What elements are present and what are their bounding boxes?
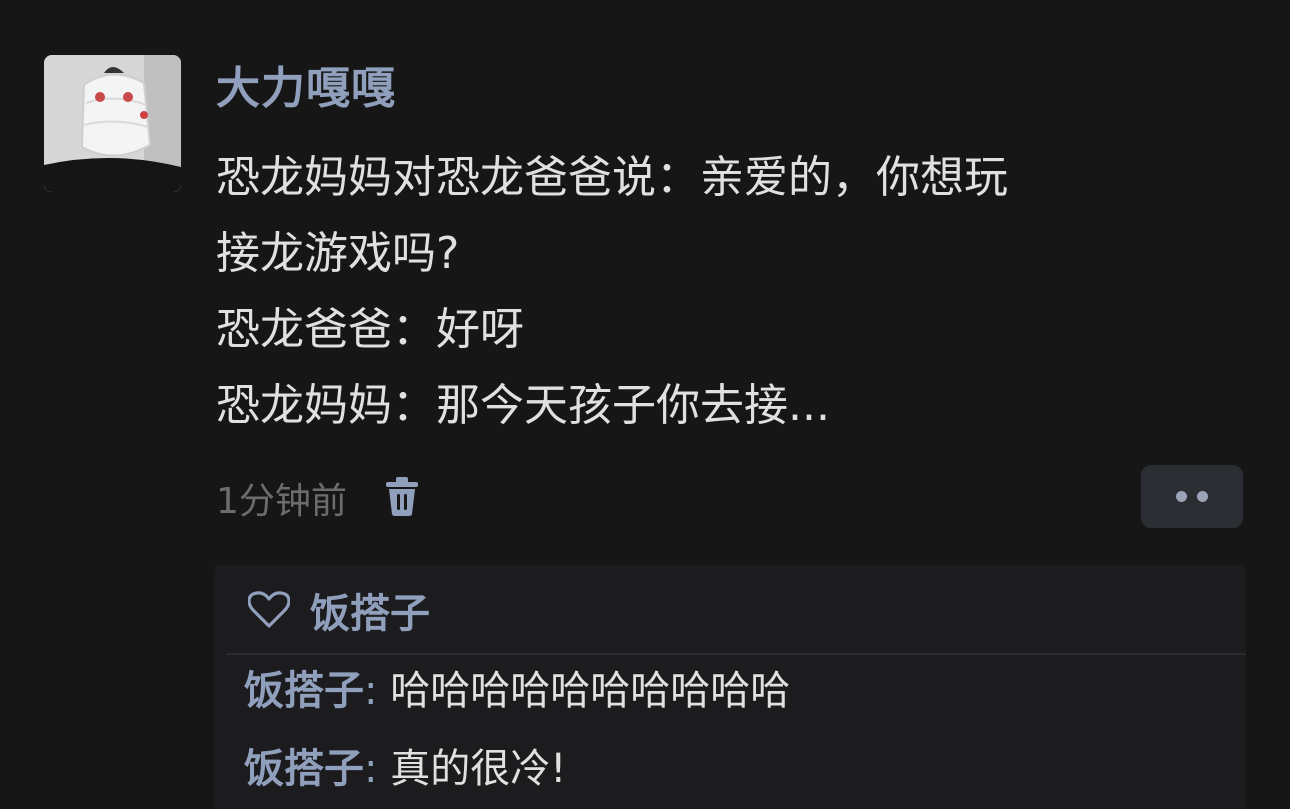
post-timestamp: 1分钟前 (216, 481, 347, 522)
post-content: 恐龙妈妈对恐龙爸爸说：亲爱的，你想玩 接龙游戏吗? 恐龙爸爸：好呀 恐龙妈妈：那… (216, 140, 1246, 444)
reply-item[interactable]: 饭搭子: 真的很冷! (244, 741, 566, 797)
likes-names[interactable]: 饭搭子 (310, 581, 430, 639)
reply-text: 哈哈哈哈哈哈哈哈哈哈 (390, 668, 791, 714)
more-button[interactable] (1141, 465, 1243, 528)
heart-icon[interactable] (248, 591, 290, 629)
post-line: 恐龙妈妈：那今天孩子你去接... (216, 380, 830, 431)
comment-page: 大力嘎嘎 恐龙妈妈对恐龙爸爸说：亲爱的，你想玩 接龙游戏吗? 恐龙爸爸：好呀 恐… (0, 0, 1290, 809)
reply-separator: : (364, 746, 391, 792)
reply-section: 饭搭子 饭搭子: 哈哈哈哈哈哈哈哈哈哈 饭搭子: 真的很冷! (214, 565, 1246, 809)
more-dots-icon (1197, 491, 1208, 502)
post-line: 恐龙妈妈对恐龙爸爸说：亲爱的，你想玩 (216, 152, 1008, 203)
avatar[interactable] (44, 55, 181, 192)
post-meta: 1分钟前 (216, 470, 419, 526)
avatar-image (44, 55, 181, 192)
trash-icon (385, 477, 418, 516)
reply-text: 真的很冷! (390, 746, 567, 792)
divider (226, 653, 1246, 655)
post-line: 恐龙爸爸：好呀 (216, 304, 524, 355)
post-line: 接龙游戏吗? (216, 228, 460, 279)
likes-row: 饭搭子 (248, 577, 430, 643)
reply-separator: : (364, 668, 391, 714)
reply-item[interactable]: 饭搭子: 哈哈哈哈哈哈哈哈哈哈 (244, 663, 790, 719)
post-username[interactable]: 大力嘎嘎 (216, 58, 396, 120)
reply-author[interactable]: 饭搭子 (244, 668, 364, 714)
more-dots-icon (1176, 491, 1187, 502)
delete-button[interactable] (347, 476, 419, 520)
reply-author[interactable]: 饭搭子 (244, 746, 364, 792)
